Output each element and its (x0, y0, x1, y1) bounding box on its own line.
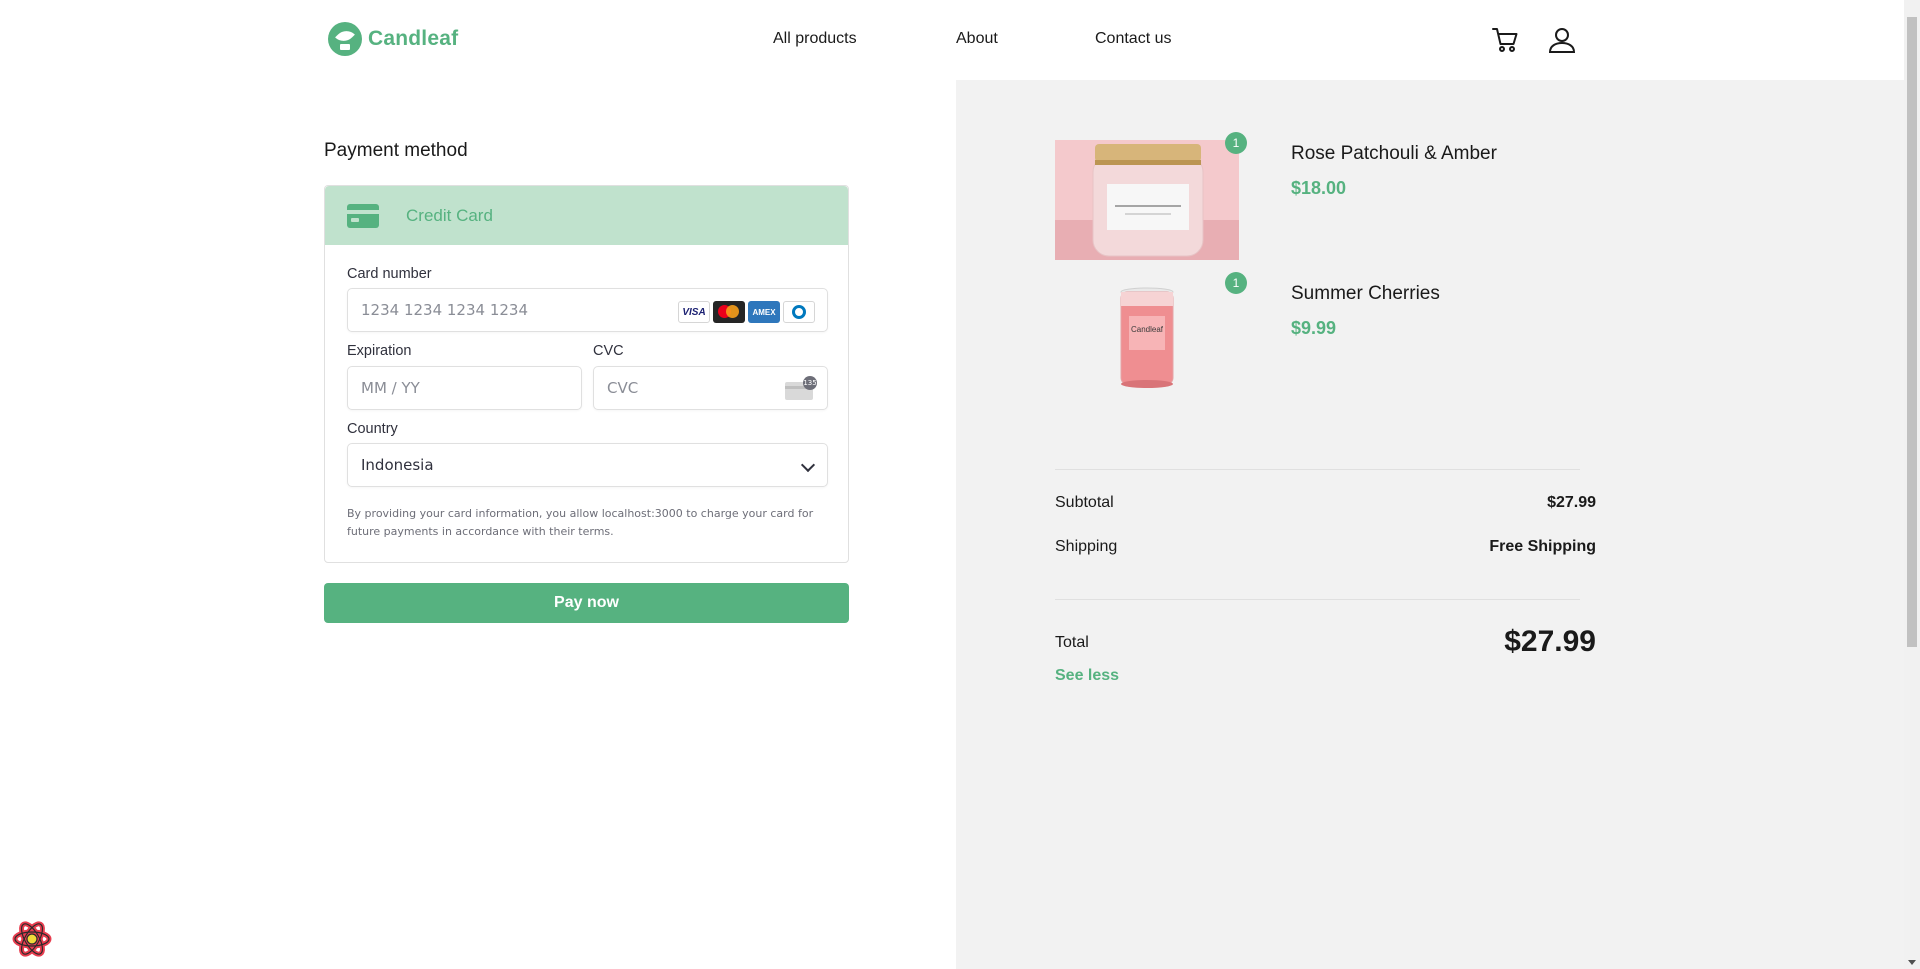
leaf-icon (328, 22, 362, 56)
item-name-summer-cherries: Summer Cherries (1291, 283, 1440, 304)
item-name-rose-patchouli: Rose Patchouli & Amber (1291, 143, 1497, 164)
nav-about[interactable]: About (956, 30, 998, 48)
diners-club-icon (783, 301, 815, 323)
cvc-field: 135 (593, 366, 828, 410)
cvc-label: CVC (593, 343, 624, 359)
site-header: Candleaf All products About Contact us (0, 0, 1904, 80)
product-image-summer-cherries: Candleaf (1055, 280, 1239, 400)
visa-icon: VISA (678, 301, 710, 323)
credit-card-icon (347, 203, 379, 228)
summary-divider (1055, 469, 1580, 470)
scrollbar-thumb[interactable] (1907, 17, 1917, 647)
product-image-rose-patchouli (1055, 140, 1239, 260)
expiration-field (347, 366, 582, 410)
subtotal-value: $27.99 (1547, 494, 1596, 511)
item-quantity-badge: 1 (1225, 272, 1247, 294)
user-icon[interactable] (1546, 24, 1578, 56)
expiration-input[interactable] (348, 367, 581, 409)
item-quantity-badge: 1 (1225, 132, 1247, 154)
total-label: Total (1055, 634, 1089, 651)
amex-icon: AMEX (748, 301, 780, 323)
shipping-value: Free Shipping (1489, 538, 1596, 555)
country-value: Indonesia (361, 456, 434, 474)
credit-card-option[interactable]: Credit Card (325, 186, 848, 245)
cart-icon[interactable] (1490, 24, 1522, 56)
shipping-label: Shipping (1055, 538, 1118, 555)
payment-form: Credit Card Card number VISA AMEX Expira… (324, 185, 849, 563)
card-number-label: Card number (347, 266, 432, 282)
see-less-link[interactable]: See less (1055, 667, 1119, 685)
credit-card-label: Credit Card (406, 205, 493, 225)
card-terms-text: By providing your card information, you … (347, 507, 814, 538)
mastercard-icon (713, 301, 745, 323)
country-label: Country (347, 421, 398, 437)
scroll-down-arrow-icon[interactable] (1908, 960, 1916, 965)
expiration-label: Expiration (347, 343, 412, 359)
page-scrollbar[interactable] (1904, 0, 1920, 969)
subtotal-label: Subtotal (1055, 494, 1114, 511)
item-price-rose-patchouli: $18.00 (1291, 178, 1347, 198)
country-select[interactable]: Indonesia (347, 443, 828, 487)
summary-divider (1055, 599, 1580, 600)
item-price-summer-cherries: $9.99 (1291, 318, 1337, 338)
nav-contact-us[interactable]: Contact us (1095, 30, 1171, 48)
card-brands: VISA AMEX (678, 301, 815, 323)
cvc-hint: 135 (803, 376, 817, 390)
total-value: $27.99 (1504, 625, 1596, 658)
card-number-field: VISA AMEX (347, 288, 828, 332)
brand-name: Candleaf (368, 27, 459, 50)
react-devtools-icon[interactable] (10, 917, 54, 961)
cvc-card-icon: 135 (785, 376, 817, 400)
payment-method-title: Payment method (324, 140, 468, 161)
svg-text:Candleaf: Candleaf (1131, 325, 1164, 334)
brand-logo[interactable]: Candleaf (328, 22, 458, 56)
pay-now-button[interactable]: Pay now (324, 583, 849, 623)
chevron-down-icon (800, 457, 816, 473)
nav-all-products[interactable]: All products (773, 30, 857, 48)
